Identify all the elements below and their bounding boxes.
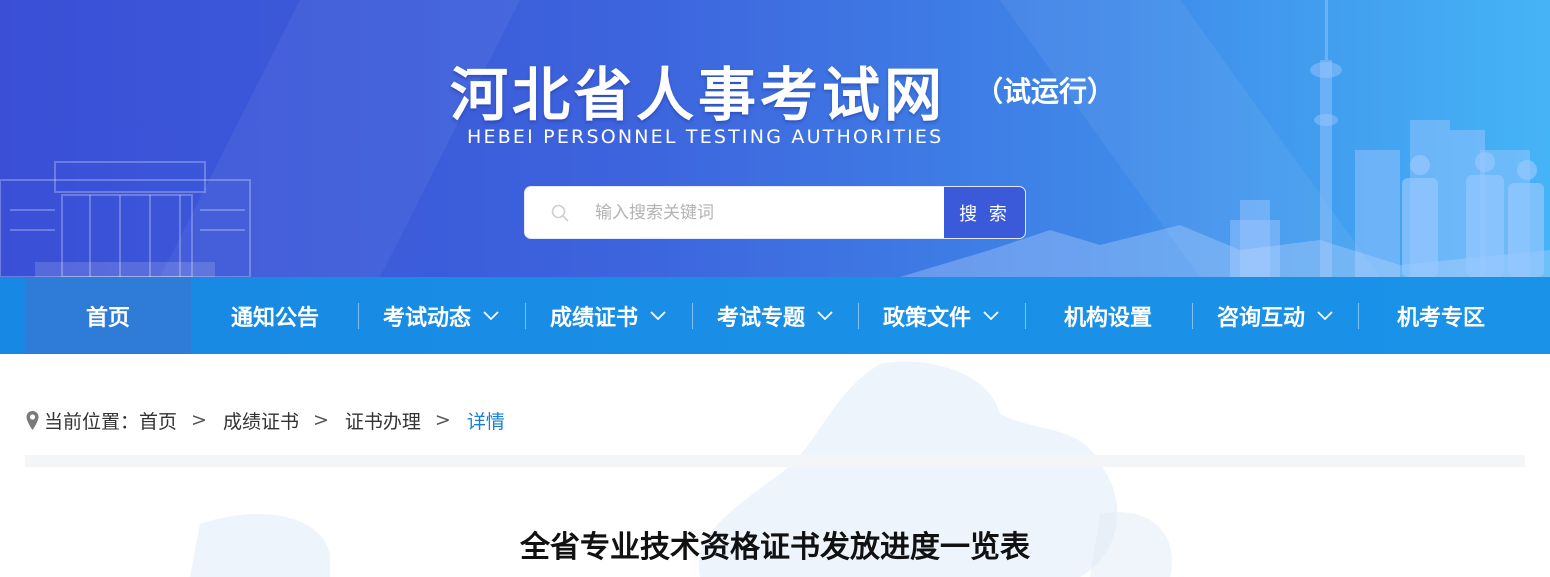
divider-bar bbox=[25, 455, 1525, 467]
breadcrumb-item-home[interactable]: 首页 bbox=[139, 407, 177, 434]
nav-item-exam-topics[interactable]: 考试专题 bbox=[692, 277, 858, 354]
nav-item-label: 考试专题 bbox=[716, 305, 805, 331]
nav-item-label: 机考专区 bbox=[1396, 305, 1485, 331]
breadcrumb-separator: > bbox=[312, 409, 329, 431]
breadcrumb-separator: > bbox=[434, 409, 451, 431]
search-input[interactable] bbox=[595, 199, 935, 227]
header-banner: 河北省人事考试网 （试运行） HEBEI PERSONNEL TESTING A… bbox=[0, 0, 1550, 277]
breadcrumb: 当前位置： 首页 > 成绩证书 > 证书办理 > 详情 bbox=[25, 407, 505, 433]
nav-item-exam-news[interactable]: 考试动态 bbox=[358, 277, 524, 354]
nav-item-notices[interactable]: 通知公告 bbox=[192, 277, 358, 354]
nav-item-label: 机构设置 bbox=[1063, 305, 1152, 331]
nav-item-home[interactable]: 首页 bbox=[25, 277, 191, 354]
nav-item-policy-files[interactable]: 政策文件 bbox=[858, 277, 1024, 354]
chevron-down-icon bbox=[983, 310, 999, 320]
chevron-down-icon bbox=[650, 310, 666, 320]
nav-item-consultation[interactable]: 咨询互动 bbox=[1192, 277, 1358, 354]
location-pin-icon bbox=[26, 410, 39, 430]
site-title: 河北省人事考试网 bbox=[450, 61, 947, 129]
nav-item-scores-certificates[interactable]: 成绩证书 bbox=[525, 277, 691, 354]
nav-item-computer-exam[interactable]: 机考专区 bbox=[1358, 277, 1524, 354]
nav-item-label: 首页 bbox=[85, 305, 130, 331]
nav-item-label: 考试动态 bbox=[382, 305, 471, 331]
chevron-down-icon bbox=[483, 310, 499, 320]
main-nav: 首页 通知公告 考试动态 成绩证书 考试专题 政策文件 机构设置 咨询互动 机考… bbox=[0, 277, 1550, 354]
breadcrumb-item-scores[interactable]: 成绩证书 bbox=[223, 407, 299, 434]
site-subtitle-en: HEBEI PERSONNEL TESTING AUTHORITIES bbox=[467, 126, 944, 148]
search-button[interactable]: 搜 索 bbox=[944, 187, 1025, 238]
nav-item-label: 政策文件 bbox=[882, 305, 971, 331]
chevron-down-icon bbox=[1317, 310, 1333, 320]
nav-item-organization[interactable]: 机构设置 bbox=[1025, 277, 1191, 354]
site-trial-label: （试运行） bbox=[975, 75, 1116, 108]
nav-item-label: 成绩证书 bbox=[549, 305, 638, 331]
article-title: 全省专业技术资格证书发放进度一览表 bbox=[520, 530, 1030, 565]
breadcrumb-prefix: 当前位置： bbox=[44, 410, 140, 433]
chevron-down-icon bbox=[817, 310, 833, 320]
breadcrumb-item-certificates[interactable]: 证书办理 bbox=[345, 407, 421, 434]
nav-item-label: 咨询互动 bbox=[1216, 305, 1305, 331]
search-icon bbox=[551, 204, 569, 222]
nav-item-label: 通知公告 bbox=[230, 305, 319, 331]
breadcrumb-current: 详情 bbox=[466, 410, 505, 433]
search-box: 搜 索 bbox=[524, 186, 1026, 239]
breadcrumb-separator: > bbox=[191, 409, 207, 431]
